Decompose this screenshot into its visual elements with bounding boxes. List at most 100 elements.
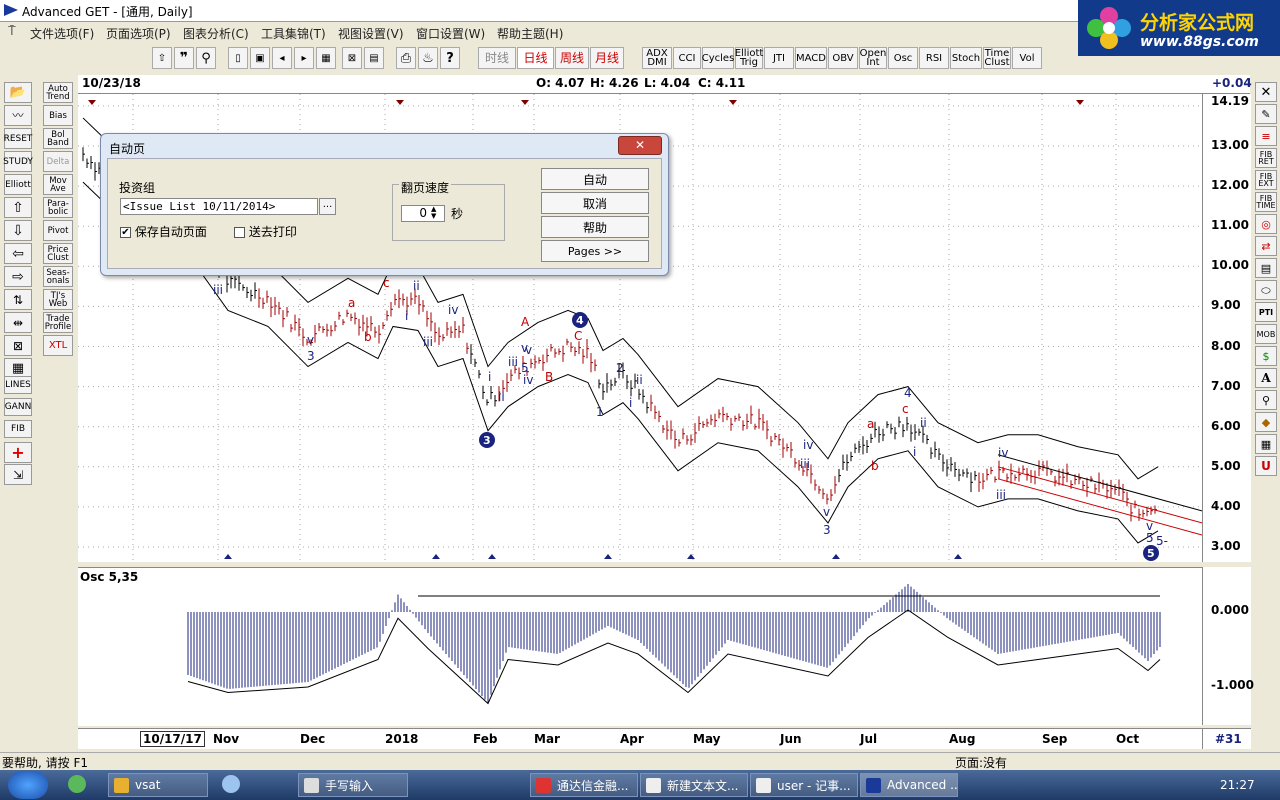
study-button[interactable]: STUDY bbox=[3, 151, 33, 172]
fib-time-button[interactable]: FIB TIME bbox=[1255, 192, 1277, 212]
quicklaunch-icon[interactable] bbox=[68, 775, 86, 793]
indicator-macd[interactable]: MACD bbox=[795, 47, 827, 69]
calculator-icon[interactable]: ▦ bbox=[1255, 434, 1277, 454]
pin-icon[interactable]: ⍑ bbox=[8, 24, 16, 39]
tool-bol-band[interactable]: Bol Band bbox=[43, 128, 73, 149]
gann-button[interactable]: GANN bbox=[4, 398, 32, 416]
cross-icon[interactable]: ⊠ bbox=[342, 47, 362, 69]
menu-chart[interactable]: 图表分析(C) bbox=[183, 25, 249, 42]
send-print-check[interactable] bbox=[234, 227, 245, 238]
lines-button[interactable]: LINES bbox=[4, 376, 32, 394]
arrow-down-icon[interactable]: ⇩ bbox=[4, 220, 32, 241]
tool-tjs-web[interactable]: TJ's Web bbox=[43, 289, 73, 310]
tool-xtl[interactable]: XTL bbox=[43, 335, 73, 356]
indicator-elliott-trig[interactable]: Elliott Trig bbox=[735, 47, 763, 69]
portfolio-field[interactable]: <Issue List 10/11/2014> bbox=[120, 198, 318, 215]
quicklaunch-icon[interactable] bbox=[222, 775, 240, 793]
layout-icon[interactable]: ▤ bbox=[364, 47, 384, 69]
pencil-icon[interactable]: ✎ bbox=[1255, 104, 1277, 124]
help-pointer-icon[interactable]: ? bbox=[440, 47, 460, 69]
elliott-button[interactable]: Elliott bbox=[4, 174, 32, 195]
menu-page[interactable]: 页面选项(P) bbox=[106, 25, 171, 42]
tool-seasonals[interactable]: Seas-onals bbox=[43, 266, 73, 287]
task-user-notepad[interactable]: user - 记事... bbox=[750, 773, 858, 797]
task-tdx[interactable]: 通达信金融... bbox=[530, 773, 638, 797]
arrow-up-icon[interactable]: ⇧ bbox=[4, 197, 32, 218]
tab-monthly[interactable]: 月线 bbox=[590, 47, 624, 69]
mob-button[interactable]: MOB bbox=[1255, 324, 1277, 344]
indicator-stoch[interactable]: Stoch bbox=[950, 47, 982, 69]
back-icon[interactable]: ◂ bbox=[272, 47, 292, 69]
oscillator-panel[interactable]: Osc 5,35 bbox=[78, 567, 1202, 726]
fib-ext-button[interactable]: FIB EXT bbox=[1255, 170, 1277, 190]
fan-lines-icon[interactable]: ≡ bbox=[1255, 126, 1277, 146]
task-new-text[interactable]: 新建文本文... bbox=[640, 773, 748, 797]
task-handwriting[interactable]: 手写输入 bbox=[298, 773, 408, 797]
bulb-icon[interactable]: ♨ bbox=[418, 47, 438, 69]
cancel-button[interactable]: 取消 bbox=[541, 192, 649, 214]
zoom-icon[interactable]: ⚲ bbox=[196, 47, 216, 69]
crosshair-icon[interactable]: + bbox=[4, 442, 32, 463]
ellipse-icon[interactable]: ⬭ bbox=[1255, 280, 1277, 300]
tab-daily[interactable]: 日线 bbox=[517, 47, 554, 69]
indicator-open-int[interactable]: Open Int bbox=[859, 47, 887, 69]
fib-circle-icon[interactable]: ◎ bbox=[1255, 214, 1277, 234]
grid-icon[interactable]: ▦ bbox=[316, 47, 336, 69]
indicator-adx[interactable]: ADX DMI bbox=[642, 47, 672, 69]
magnet-icon[interactable]: U bbox=[1255, 456, 1277, 476]
fib-ret-button[interactable]: FIB RET bbox=[1255, 148, 1277, 168]
menu-view[interactable]: 视图设置(V) bbox=[338, 25, 404, 42]
zoom-toggle-icon[interactable]: ⊠ bbox=[4, 335, 32, 356]
indicator-vol[interactable]: Vol bbox=[1012, 47, 1042, 69]
tab-weekly[interactable]: 周线 bbox=[555, 47, 589, 69]
tool-delta[interactable]: Delta bbox=[43, 151, 73, 172]
menu-tools[interactable]: 工具集锦(T) bbox=[261, 25, 326, 42]
magnifier-icon[interactable]: ⚲ bbox=[1255, 390, 1277, 410]
dollar-icon[interactable]: $ bbox=[1255, 346, 1277, 366]
text-tool-icon[interactable]: A bbox=[1255, 368, 1277, 388]
tab-hourly[interactable]: 时线 bbox=[478, 47, 516, 69]
arrows-icon[interactable]: ⇄ bbox=[1255, 236, 1277, 256]
compress-icon[interactable]: ⇹ bbox=[4, 312, 32, 333]
task-vsat[interactable]: vsat bbox=[108, 773, 208, 797]
tool-mov-ave[interactable]: Mov Ave bbox=[43, 174, 73, 195]
indicator-cycles[interactable]: Cycles bbox=[702, 47, 734, 69]
save-auto-page-checkbox[interactable]: ✔ 保存自动页面 bbox=[120, 223, 207, 240]
tool-parabolic[interactable]: Para-bolic bbox=[43, 197, 73, 218]
tool-pivot[interactable]: Pivot bbox=[43, 220, 73, 241]
quote-icon[interactable]: ❞ bbox=[174, 47, 194, 69]
expand-icon[interactable]: ⇅ bbox=[4, 289, 32, 310]
print-icon[interactable]: ⎙ bbox=[396, 47, 416, 69]
menu-file[interactable]: 文件选项(F) bbox=[30, 25, 94, 42]
save-auto-page-check[interactable]: ✔ bbox=[120, 227, 131, 238]
export-icon[interactable]: ⇲ bbox=[4, 464, 32, 485]
speed-spinner[interactable]: 0 bbox=[401, 205, 445, 222]
start-button[interactable] bbox=[8, 771, 48, 799]
indicator-rsi[interactable]: RSI bbox=[919, 47, 949, 69]
close-x-icon[interactable]: ✕ bbox=[1255, 82, 1277, 102]
save-icon[interactable]: ▣ bbox=[250, 47, 270, 69]
indicator-obv[interactable]: OBV bbox=[828, 47, 858, 69]
portfolio-browse-button[interactable]: ... bbox=[319, 198, 336, 215]
arrow-left-icon[interactable]: ⇦ bbox=[4, 243, 32, 264]
new-page-icon[interactable]: ▯ bbox=[228, 47, 248, 69]
forward-icon[interactable]: ▸ bbox=[294, 47, 314, 69]
fib-button[interactable]: FIB bbox=[4, 420, 32, 438]
help-button[interactable]: 帮助 bbox=[541, 216, 649, 238]
tool-price-clust[interactable]: Price Clust bbox=[43, 243, 73, 264]
auto-button[interactable]: 自动 bbox=[541, 168, 649, 190]
send-print-checkbox[interactable]: 送去打印 bbox=[234, 223, 297, 240]
spinner-arrows-icon[interactable]: ▲ ▼ bbox=[431, 206, 436, 220]
indicator-cci[interactable]: CCI bbox=[673, 47, 701, 69]
wave-icon[interactable]: 〰 bbox=[4, 105, 32, 126]
reset-button[interactable]: RESET bbox=[4, 128, 32, 149]
pointer-icon[interactable]: ⇧ bbox=[152, 47, 172, 69]
indicator-osc[interactable]: Osc bbox=[888, 47, 918, 69]
menu-window[interactable]: 窗口设置(W) bbox=[416, 25, 485, 42]
tool-trade-profile[interactable]: Trade Profile bbox=[43, 312, 73, 333]
pages-button[interactable]: Pages >> bbox=[541, 240, 649, 262]
tool-bias[interactable]: Bias bbox=[43, 105, 73, 126]
eraser-icon[interactable]: ◆ bbox=[1255, 412, 1277, 432]
pti-button[interactable]: PTI bbox=[1255, 302, 1277, 322]
channel-icon[interactable]: ▤ bbox=[1255, 258, 1277, 278]
